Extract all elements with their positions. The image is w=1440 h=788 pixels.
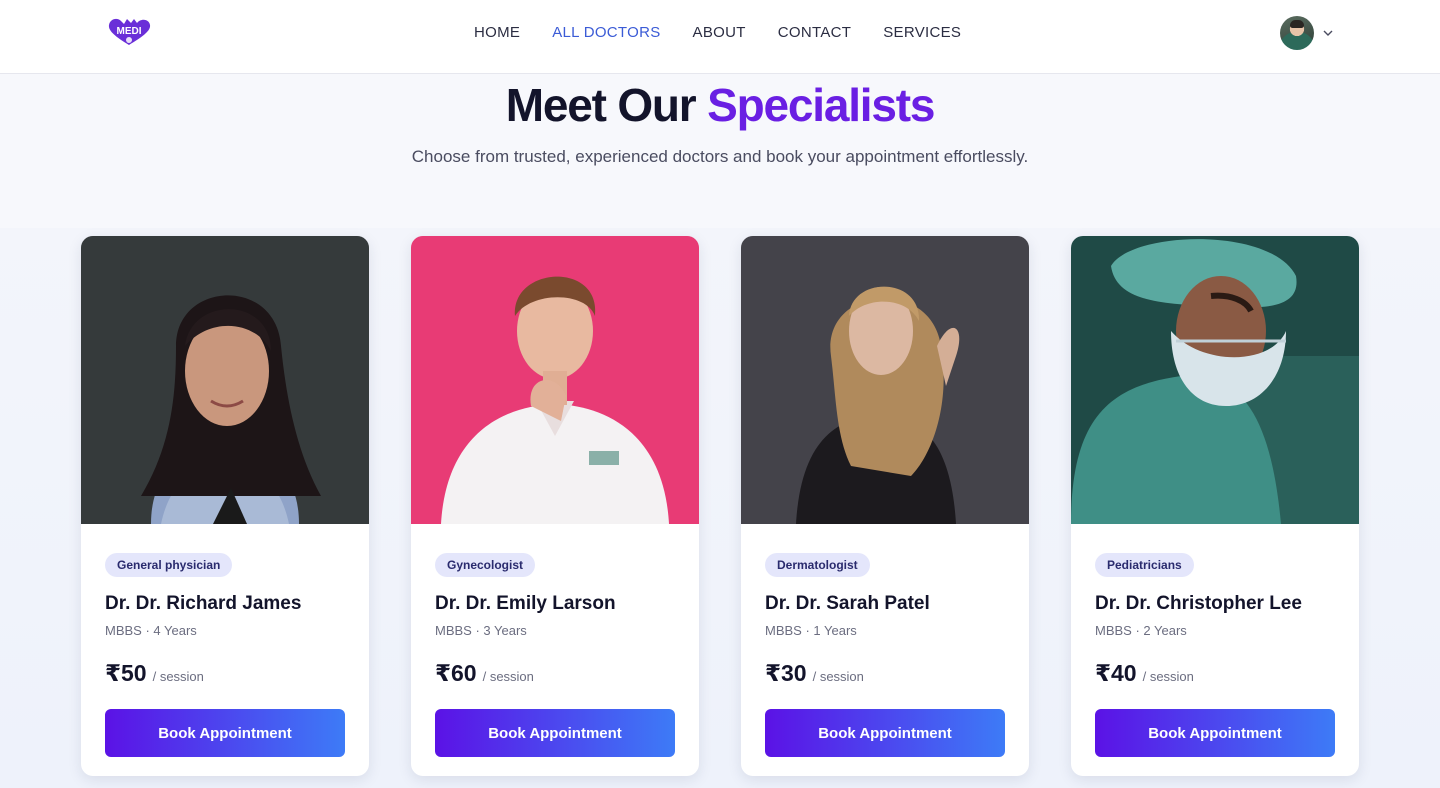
book-appointment-button[interactable]: Book Appointment — [435, 709, 675, 757]
fee-row: ₹60 / session — [435, 660, 675, 687]
fee-amount: ₹50 — [105, 660, 147, 686]
doctor-card[interactable]: Gynecologist Dr. Dr. Emily Larson MBBS ·… — [411, 236, 699, 776]
fee-unit: / session — [812, 669, 864, 684]
nav-all-doctors[interactable]: ALL DOCTORS — [552, 24, 660, 41]
svg-text:MEDI: MEDI — [117, 26, 142, 37]
nav-home[interactable]: HOME — [474, 24, 520, 41]
doctor-photo — [1071, 236, 1359, 524]
doctor-name: Dr. Dr. Richard James — [105, 593, 302, 614]
doctor-qualification: MBBS · 4 Years — [105, 623, 197, 638]
doctor-name: Dr. Dr. Emily Larson — [435, 593, 616, 614]
fee-amount: ₹40 — [1095, 660, 1137, 686]
nav-about[interactable]: ABOUT — [693, 24, 746, 41]
chevron-down-icon[interactable] — [1322, 27, 1334, 39]
page-subtitle: Choose from trusted, experienced doctors… — [411, 147, 1029, 166]
specialty-badge: Dermatologist — [765, 553, 870, 577]
specialty-badge: General physician — [105, 553, 233, 577]
fee-row: ₹30 / session — [765, 660, 1005, 687]
title-main: Meet Our — [505, 79, 697, 131]
book-appointment-button[interactable]: Book Appointment — [105, 709, 345, 757]
doctor-qualification: MBBS · 1 Years — [765, 623, 857, 638]
specialty-badge: Pediatricians — [1095, 553, 1194, 577]
doctor-card[interactable]: Pediatricians Dr. Dr. Christopher Lee MB… — [1071, 236, 1359, 776]
doctor-qualification: MBBS · 3 Years — [435, 623, 527, 638]
doctor-name: Dr. Dr. Sarah Patel — [765, 593, 930, 614]
book-appointment-button[interactable]: Book Appointment — [765, 709, 1005, 757]
main-nav: HOME ALL DOCTORS ABOUT CONTACT SERVICES — [474, 24, 961, 41]
fee-unit: / session — [1142, 669, 1194, 684]
doctor-photo — [741, 236, 1029, 524]
title-accent: Specialists — [707, 79, 935, 131]
fee-unit: / session — [482, 669, 534, 684]
fee-unit: / session — [152, 669, 204, 684]
fee-amount: ₹30 — [765, 660, 807, 686]
doctor-name: Dr. Dr. Christopher Lee — [1095, 593, 1302, 614]
doctor-card[interactable]: General physician Dr. Dr. Richard James … — [81, 236, 369, 776]
fee-amount: ₹60 — [435, 660, 477, 686]
medi-logo[interactable]: MEDI — [106, 17, 152, 47]
doctor-card[interactable]: Dermatologist Dr. Dr. Sarah Patel MBBS ·… — [741, 236, 1029, 776]
specialty-badge: Gynecologist — [435, 553, 536, 577]
doctor-photo — [411, 236, 699, 524]
nav-services[interactable]: SERVICES — [883, 24, 961, 41]
page-title: Meet Our Specialists — [0, 78, 1440, 132]
fee-row: ₹40 / session — [1095, 660, 1335, 687]
nav-contact[interactable]: CONTACT — [778, 24, 851, 41]
book-appointment-button[interactable]: Book Appointment — [1095, 709, 1335, 757]
user-avatar[interactable] — [1280, 16, 1314, 50]
profile-menu[interactable] — [1280, 16, 1334, 50]
doctor-photo — [81, 236, 369, 524]
fee-row: ₹50 / session — [105, 660, 345, 687]
doctor-qualification: MBBS · 2 Years — [1095, 623, 1187, 638]
top-navbar: MEDI HOME ALL DOCTORS ABOUT CONTACT SERV… — [0, 0, 1440, 74]
